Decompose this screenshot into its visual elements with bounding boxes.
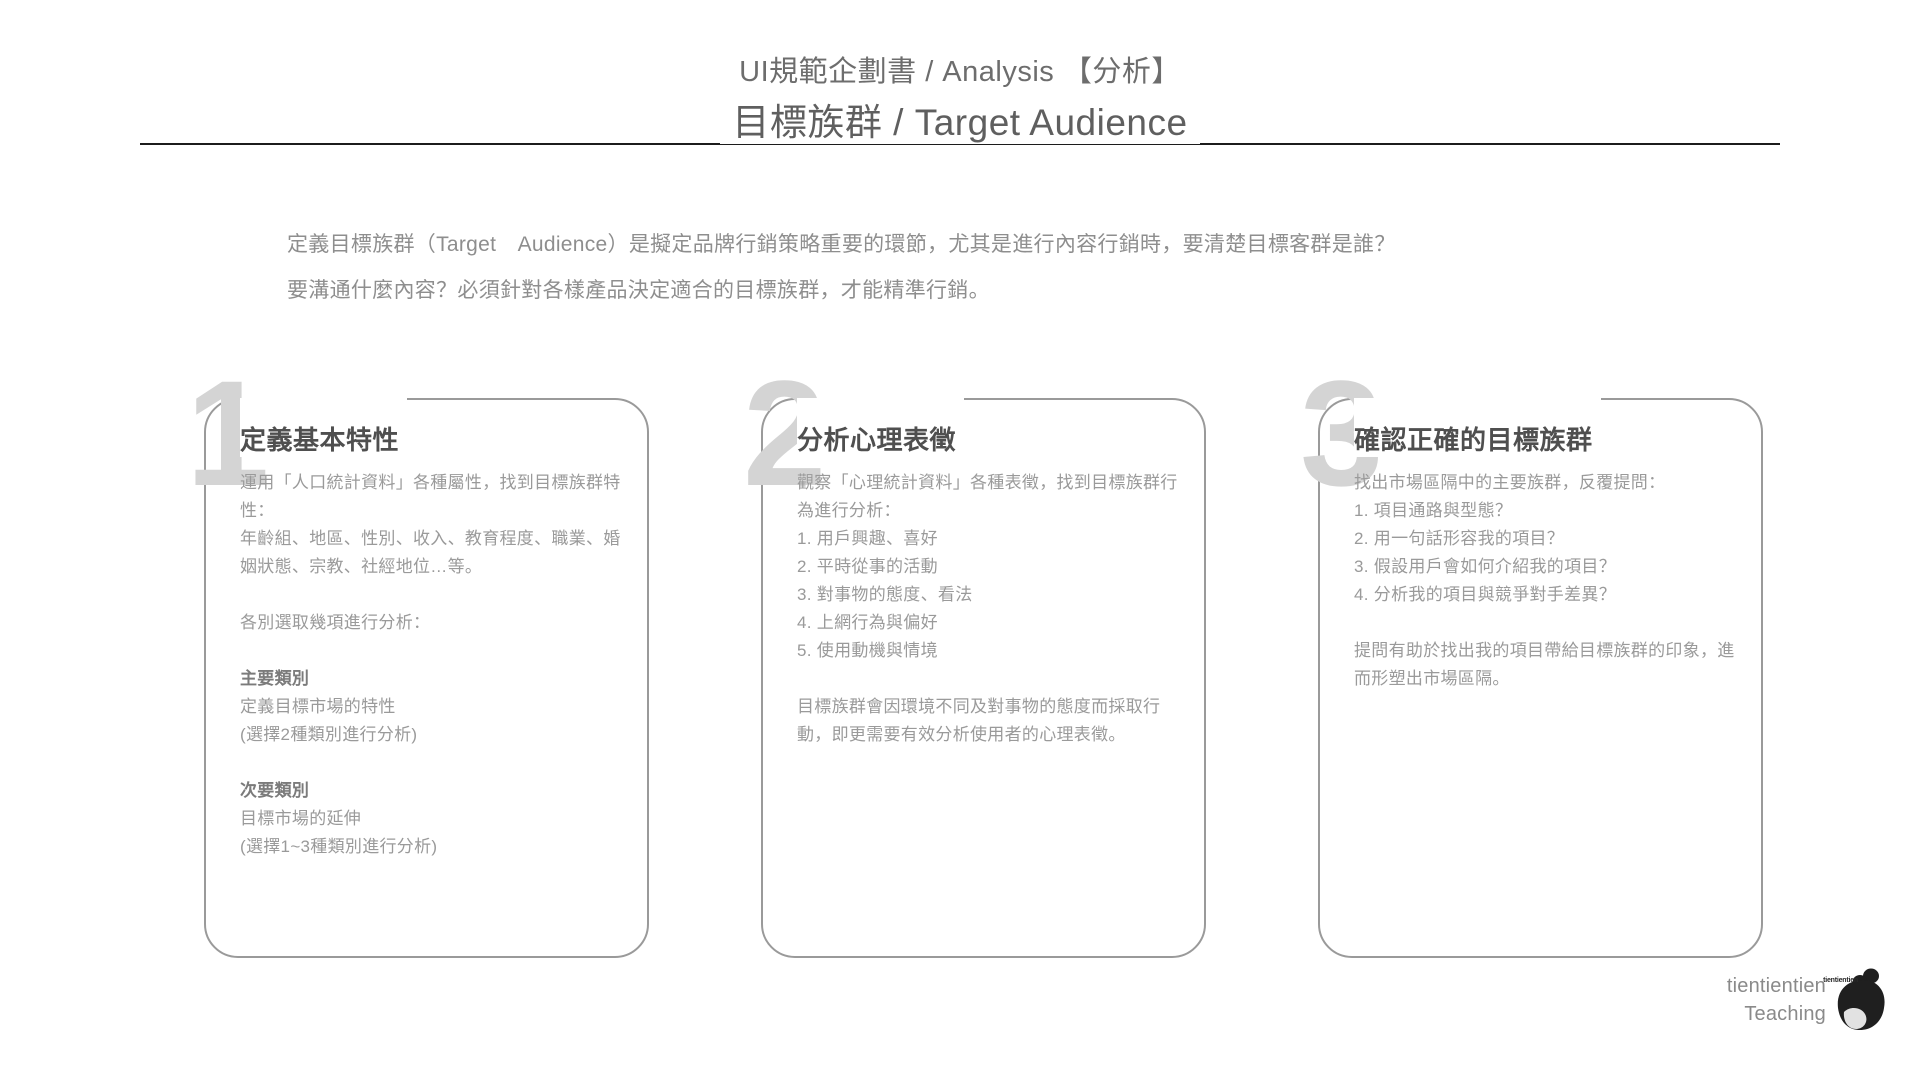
card-3-para-1: 找出市場區隔中的主要族群，反覆提問： bbox=[1354, 472, 1666, 492]
card-3-para-2: 提問有助於找出我的項目帶給目標族群的印象，進而形塑出市場區隔。 bbox=[1354, 640, 1735, 688]
brand-logo-micro-text: tientientien bbox=[1823, 977, 1858, 984]
card-3-heading: 確認正確的目標族群 bbox=[1354, 398, 1601, 457]
page-title: 目標族群 / Target Audience bbox=[0, 102, 1920, 144]
card-2-spacer-1 bbox=[797, 665, 1182, 693]
card-1-spacer-1 bbox=[240, 581, 625, 609]
intro-line-2: 要溝通什麼內容？必須針對各樣產品決定適合的目標族群，才能精準行銷。 bbox=[287, 279, 990, 302]
list-item: 5. 使用動機與情境 bbox=[797, 640, 938, 660]
list-item: 1. 項目通路與型態？ bbox=[1354, 500, 1513, 520]
card-2-heading: 分析心理表徵 bbox=[797, 398, 965, 457]
intro-line-1: 定義目標族群（Target Audience）是擬定品牌行銷策略重要的環節，尤其… bbox=[287, 233, 1396, 256]
list-item: 1. 用戶興趣、喜好 bbox=[797, 528, 938, 548]
eyebrow-title: UI規範企劃書 / Analysis 【分析】 bbox=[739, 56, 1181, 88]
card-1-heading: 定義基本特性 bbox=[240, 398, 408, 457]
card-1-subheading-1: 主要類別 bbox=[240, 668, 310, 688]
card-3-list: 1. 項目通路與型態？ 2. 用一句話形容我的項目？ 3. 假設用戶會如何介紹我… bbox=[1354, 497, 1739, 609]
list-item: 2. 用一句話形容我的項目？ bbox=[1354, 528, 1565, 548]
card-2-list: 1. 用戶興趣、喜好 2. 平時從事的活動 3. 對事物的態度、看法 4. 上網… bbox=[797, 525, 1182, 665]
card-3-content: 確認正確的目標族群 找出市場區隔中的主要族群，反覆提問： 1. 項目通路與型態？… bbox=[1318, 398, 1763, 693]
card-1-content: 定義基本特性 運用「人口統計資料」各種屬性，找到目標族群特性： 年齡組、地區、性… bbox=[204, 398, 649, 861]
card-1-sub2-line-2: (選擇1~3種類別進行分析) bbox=[240, 836, 438, 856]
card-1-para-1: 運用「人口統計資料」各種屬性，找到目標族群特性： bbox=[240, 472, 621, 520]
card-1-spacer-3 bbox=[240, 749, 625, 777]
list-item: 4. 上網行為與偏好 bbox=[797, 612, 938, 632]
card-2-para-1: 觀察「心理統計資料」各種表徵，找到目標族群行為進行分析： bbox=[797, 472, 1178, 520]
card-1-para-3: 各別選取幾項進行分析： bbox=[240, 612, 431, 632]
card-1-sub1-line-1: 定義目標市場的特性 bbox=[240, 696, 396, 716]
brand-logo-line-2: Teaching bbox=[1744, 1003, 1826, 1025]
card-3-body: 找出市場區隔中的主要族群，反覆提問： 1. 項目通路與型態？ 2. 用一句話形容… bbox=[1354, 469, 1739, 693]
list-item: 4. 分析我的項目與競爭對手差異？ bbox=[1354, 584, 1617, 604]
brand-logo-line-1: tientientien bbox=[1726, 975, 1826, 997]
card-2-para-2: 目標族群會因環境不同及對事物的態度而採取行動，即更需要有效分析使用者的心理表徵。 bbox=[797, 696, 1161, 744]
card-3: 3 確認正確的目標族群 找出市場區隔中的主要族群，反覆提問： 1. 項目通路與型… bbox=[1300, 358, 1860, 970]
brand-logo: tientientien Teaching tientientien bbox=[1694, 968, 1894, 1048]
card-1-body: 運用「人口統計資料」各種屬性，找到目標族群特性： 年齡組、地區、性別、收入、教育… bbox=[240, 469, 625, 861]
card-2-content: 分析心理表徵 觀察「心理統計資料」各種表徵，找到目標族群行為進行分析： 1. 用… bbox=[761, 398, 1206, 749]
card-1-sub2-line-1: 目標市場的延伸 bbox=[240, 808, 362, 828]
list-item: 3. 假設用戶會如何介紹我的項目？ bbox=[1354, 556, 1617, 576]
card-1-para-2: 年齡組、地區、性別、收入、教育程度、職業、婚姻狀態、宗教、社經地位…等。 bbox=[240, 528, 621, 576]
card-1-subheading-2: 次要類別 bbox=[240, 780, 310, 800]
cards-row: 1 定義基本特性 運用「人口統計資料」各種屬性，找到目標族群特性： 年齡組、地區… bbox=[0, 358, 1920, 990]
page-title-text: 目標族群 / Target Audience bbox=[720, 102, 1200, 144]
list-item: 3. 對事物的態度、看法 bbox=[797, 584, 973, 604]
card-3-spacer-1 bbox=[1354, 609, 1739, 637]
card-2: 2 分析心理表徵 觀察「心理統計資料」各種表徵，找到目標族群行為進行分析： 1.… bbox=[743, 358, 1303, 970]
card-1-spacer-2 bbox=[240, 637, 625, 665]
list-item: 2. 平時從事的活動 bbox=[797, 556, 938, 576]
brand-logo-text: tientientien Teaching bbox=[1727, 972, 1826, 1028]
intro-paragraph: 定義目標族群（Target Audience）是擬定品牌行銷策略重要的環節，尤其… bbox=[287, 222, 1707, 314]
card-1: 1 定義基本特性 運用「人口統計資料」各種屬性，找到目標族群特性： 年齡組、地區… bbox=[186, 358, 746, 970]
card-1-sub1-line-2: (選擇2種類別進行分析) bbox=[240, 724, 418, 744]
card-2-body: 觀察「心理統計資料」各種表徵，找到目標族群行為進行分析： 1. 用戶興趣、喜好 … bbox=[797, 469, 1182, 749]
